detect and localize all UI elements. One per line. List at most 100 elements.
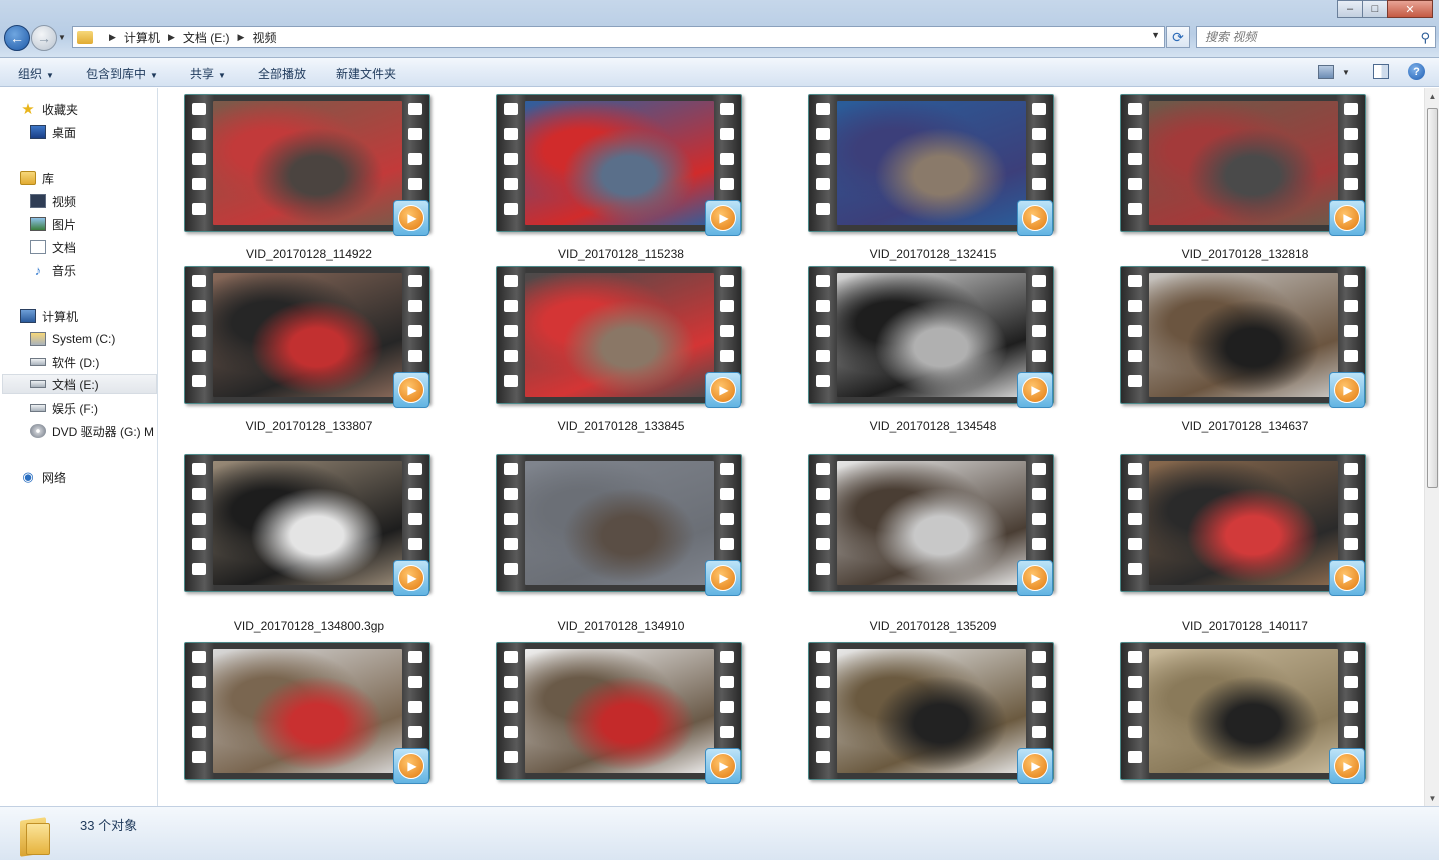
video-thumbnail[interactable]: ▶ [184, 454, 430, 596]
film-perforation [1128, 350, 1142, 362]
video-thumbnail[interactable]: ▶ [1120, 642, 1366, 784]
include-in-library-label: 包含到库中 [86, 67, 147, 81]
nav-drive-g-label: DVD 驱动器 (G:) M [52, 424, 154, 439]
nav-videos[interactable]: 视频 [30, 191, 76, 211]
video-file-item[interactable]: ▶ VID_20170128_134548 [808, 266, 1058, 435]
nav-drive-g[interactable]: DVD 驱动器 (G:) M [30, 421, 154, 441]
video-thumbnail[interactable]: ▶ [808, 642, 1054, 784]
video-file-item[interactable]: ▶VID_20170128_140452 [184, 642, 434, 806]
nav-favorites[interactable]: ★ 收藏夹 [20, 99, 78, 119]
include-in-library-button[interactable]: 包含到库中 ▼ [86, 65, 158, 82]
film-perforation [1344, 103, 1358, 115]
video-thumbnail[interactable]: ▶ [496, 642, 742, 784]
video-thumbnail[interactable]: ▶ [808, 94, 1054, 236]
video-thumbnail[interactable]: ▶ [184, 266, 430, 408]
video-thumbnail[interactable]: ▶ [496, 454, 742, 596]
breadcrumb-chevron-icon[interactable]: ▶ [238, 32, 245, 43]
vertical-scrollbar[interactable]: ▲ ▼ [1424, 88, 1439, 806]
video-thumbnail[interactable]: ▶ [496, 266, 742, 408]
address-bar[interactable]: ▶ 计算机 ▶ 文档 (E:) ▶ 视频 ▼ [72, 26, 1165, 48]
preview-pane-icon[interactable] [1373, 64, 1389, 79]
scroll-up-arrow-icon[interactable]: ▲ [1425, 88, 1439, 104]
video-thumbnail[interactable]: ▶ [496, 94, 742, 236]
video-file-item[interactable]: ▶ VID_20170128_134910 [496, 454, 746, 635]
nav-network[interactable]: ◉ 网络 [20, 467, 66, 487]
breadcrumb-drive-e[interactable]: 文档 (E:) [183, 29, 230, 46]
nav-documents[interactable]: 文档 [30, 237, 76, 257]
video-file-item[interactable]: ▶VID_20170128_140729 [808, 642, 1058, 806]
play-all-button[interactable]: 全部播放 [258, 65, 306, 82]
film-perforation [192, 463, 206, 475]
play-icon: ▶ [1329, 748, 1365, 784]
hard-drive-icon [30, 404, 46, 412]
video-file-item[interactable]: ▶ VID_20170128_114922 [184, 94, 434, 263]
nav-drive-f[interactable]: 娱乐 (F:) [30, 398, 98, 418]
scroll-down-arrow-icon[interactable]: ▼ [1425, 790, 1439, 806]
video-thumbnail[interactable]: ▶ [808, 454, 1054, 596]
film-perforation [1128, 463, 1142, 475]
nav-libraries[interactable]: 库 [20, 168, 54, 188]
nav-pictures[interactable]: 图片 [30, 214, 76, 234]
breadcrumb-videos[interactable]: 视频 [252, 29, 276, 46]
video-file-item[interactable]: ▶ VID_20170128_140117 [1120, 454, 1370, 635]
video-file-item[interactable]: ▶VID_20170128_142555 [1120, 642, 1370, 806]
view-options-dropdown-icon[interactable]: ▼ [1342, 68, 1350, 77]
video-thumbnail[interactable]: ▶ [1120, 94, 1366, 236]
picture-library-icon [30, 217, 46, 231]
film-perforation [816, 325, 830, 337]
refresh-button[interactable]: ⟳ [1166, 26, 1190, 48]
video-file-item[interactable]: ▶ VID_20170128_133807 [184, 266, 434, 435]
organize-button[interactable]: 组织 ▼ [18, 65, 54, 82]
breadcrumb-computer[interactable]: 计算机 [124, 29, 160, 46]
video-file-item[interactable]: ▶ VID_20170128_115238 [496, 94, 746, 263]
nav-music[interactable]: ♪ 音乐 [30, 260, 76, 280]
video-thumbnail[interactable]: ▶ [184, 94, 430, 236]
new-folder-button[interactable]: 新建文件夹 [336, 65, 396, 82]
nav-drive-c[interactable]: System (C:) [30, 329, 115, 349]
nav-documents-label: 文档 [52, 240, 77, 255]
video-file-item[interactable]: ▶ VID_20170128_134800.3gp [184, 454, 434, 635]
video-thumbnail[interactable]: ▶ [1120, 454, 1366, 596]
film-perforation [1128, 563, 1142, 575]
back-button[interactable]: ← [4, 25, 30, 51]
nav-drive-d[interactable]: 软件 (D:) [30, 352, 99, 372]
change-view-icon[interactable] [1318, 65, 1334, 79]
breadcrumb-chevron-icon[interactable]: ▶ [109, 32, 116, 43]
video-file-item[interactable]: ▶ VID_20170128_133845 [496, 266, 746, 435]
video-frame-preview [525, 273, 714, 397]
share-button[interactable]: 共享 ▼ [190, 65, 226, 82]
film-perforation [1344, 128, 1358, 140]
forward-button[interactable]: → [31, 25, 57, 51]
video-thumbnail[interactable]: ▶ [808, 266, 1054, 408]
breadcrumb-chevron-icon[interactable]: ▶ [168, 32, 175, 43]
nav-computer[interactable]: 计算机 [20, 306, 78, 326]
nav-desktop[interactable]: 桌面 [30, 122, 76, 142]
video-file-item[interactable]: ▶ VID_20170128_135209 [808, 454, 1058, 635]
video-thumbnail[interactable]: ▶ [1120, 266, 1366, 408]
help-icon[interactable]: ? [1408, 63, 1425, 80]
close-button[interactable]: ✕ [1387, 0, 1433, 18]
minimize-button[interactable]: – [1337, 0, 1363, 18]
scrollbar-thumb[interactable] [1427, 108, 1438, 488]
film-perforation [504, 300, 518, 312]
nav-videos-label: 视频 [52, 194, 77, 209]
recent-pages-dropdown[interactable]: ▼ [58, 33, 66, 42]
maximize-button[interactable]: □ [1362, 0, 1388, 18]
film-perforation [720, 463, 734, 475]
search-icon[interactable]: ⚲ [1420, 30, 1430, 46]
film-perforation [720, 178, 734, 190]
video-thumbnail[interactable]: ▶ [184, 642, 430, 784]
video-file-item[interactable]: ▶ VID_20170128_134637 [1120, 266, 1370, 435]
film-perforation [192, 726, 206, 738]
search-box[interactable]: ⚲ [1196, 26, 1436, 48]
video-file-item[interactable]: ▶ VID_20170128_132818 [1120, 94, 1370, 263]
search-input[interactable] [1205, 30, 1405, 44]
film-perforation [1128, 538, 1142, 550]
nav-drive-e[interactable]: 文档 (E:) [2, 374, 157, 394]
video-file-item[interactable]: ▶VID_20170128_140713 [496, 642, 746, 806]
video-file-item[interactable]: ▶ VID_20170128_132415 [808, 94, 1058, 263]
hard-drive-icon [30, 380, 46, 388]
address-dropdown-icon[interactable]: ▼ [1151, 30, 1160, 40]
film-perforation [816, 701, 830, 713]
system-drive-icon [30, 332, 46, 346]
